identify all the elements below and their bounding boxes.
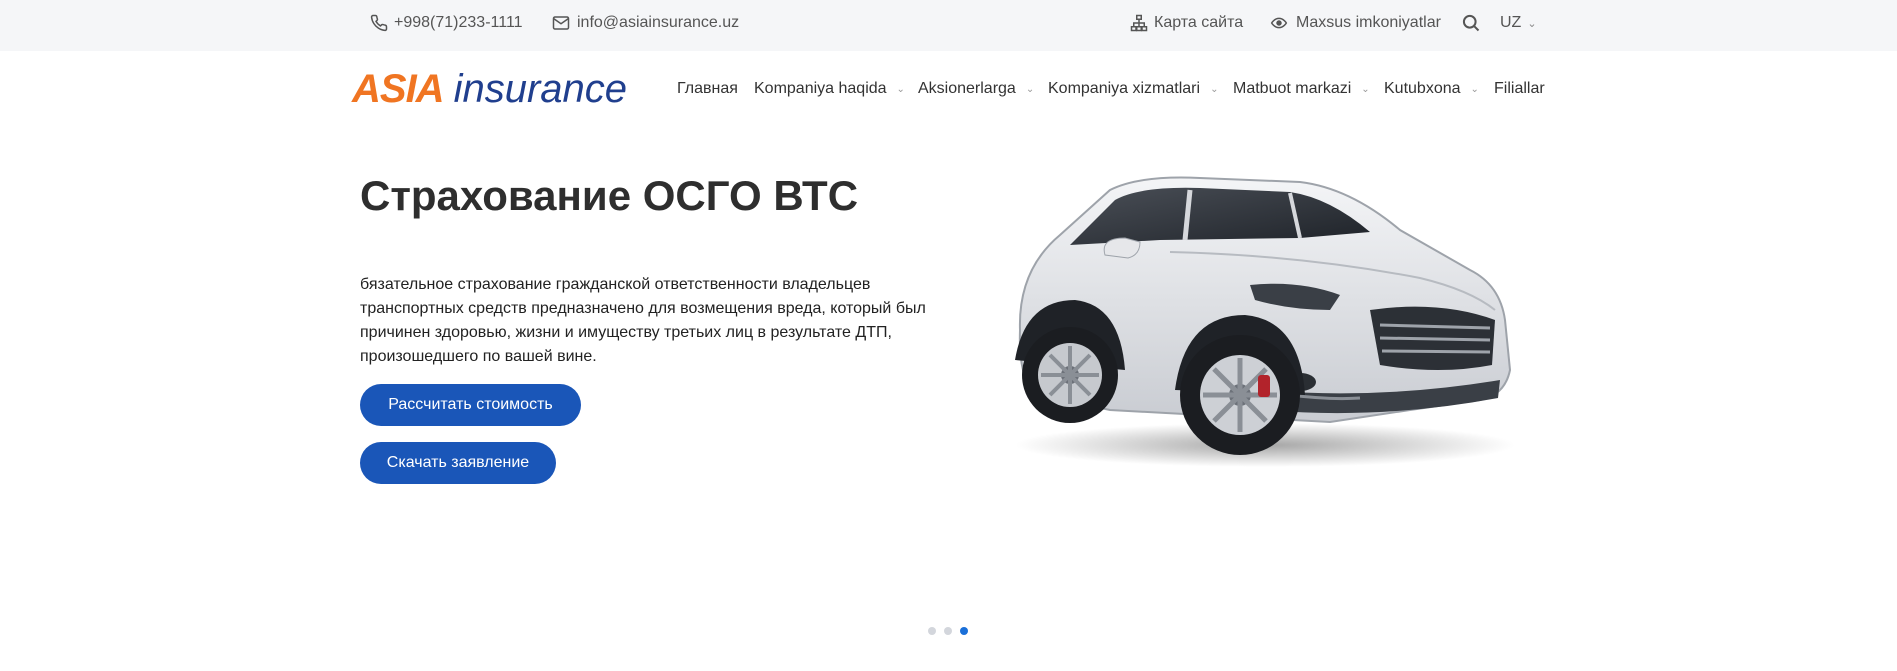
car-image bbox=[1015, 176, 1515, 467]
sitemap-text: Карта сайта bbox=[1154, 14, 1244, 31]
accessibility-link[interactable]: Maxsus imkoniyatlar bbox=[1268, 0, 1441, 46]
email-link[interactable]: info@asiainsurance.uz bbox=[551, 0, 739, 46]
search-button[interactable] bbox=[1461, 0, 1487, 46]
nav-item-label: Kompaniya haqida bbox=[754, 80, 887, 97]
phone-text: +998(71)233-1111 bbox=[394, 14, 523, 31]
nav-item-label: Главная bbox=[677, 80, 738, 97]
chevron-down-icon: ⌄ bbox=[1470, 83, 1479, 95]
header: ASIA insurance Главная Kompaniya haqida … bbox=[0, 51, 1897, 127]
language-text: UZ bbox=[1500, 14, 1522, 31]
logo[interactable]: ASIA insurance bbox=[352, 69, 627, 109]
rear-wheel bbox=[1022, 327, 1118, 423]
logo-asia: ASIA bbox=[352, 67, 445, 111]
sitemap-icon bbox=[1130, 14, 1148, 32]
nav-item-library[interactable]: Kutubxona ⌄ bbox=[1384, 51, 1479, 127]
accessibility-text: Maxsus imkoniyatlar bbox=[1296, 14, 1441, 31]
hero-title: Страхование ОСГО ВТС bbox=[360, 172, 859, 219]
slider-pagination bbox=[928, 627, 968, 635]
email-text: info@asiainsurance.uz bbox=[577, 14, 740, 31]
phone-icon bbox=[370, 14, 388, 32]
nav-item-branches[interactable]: Filiallar bbox=[1494, 51, 1545, 127]
chevron-down-icon: ⌄ bbox=[896, 83, 905, 95]
hero-description: бязательное страхование гражданской отве… bbox=[360, 276, 926, 365]
slider-dot[interactable] bbox=[928, 627, 936, 635]
chevron-down-icon: ⌄ bbox=[1361, 83, 1370, 95]
slider-dot[interactable] bbox=[944, 627, 952, 635]
nav-item-label: Aksionerlarga bbox=[918, 80, 1016, 97]
download-application-button[interactable]: Скачать заявление bbox=[360, 442, 556, 484]
phone-link[interactable]: +998(71)233-1111 bbox=[370, 0, 523, 46]
chevron-down-icon: ⌄ bbox=[1210, 83, 1219, 95]
nav-item-label: Matbuot markazi bbox=[1233, 80, 1352, 97]
nav-item-services[interactable]: Kompaniya xizmatlari ⌄ bbox=[1048, 51, 1218, 127]
nav-item-label: Filiallar bbox=[1494, 80, 1545, 97]
nav-item-shareholders[interactable]: Aksionerlarga ⌄ bbox=[918, 51, 1034, 127]
nav-item-home[interactable]: Главная bbox=[677, 51, 738, 127]
front-wheel bbox=[1180, 335, 1300, 455]
topbar: +998(71)233-1111 info@asiainsurance.uz К… bbox=[0, 0, 1897, 51]
mail-icon bbox=[552, 16, 570, 30]
nav-item-about[interactable]: Kompaniya haqida ⌄ bbox=[754, 51, 905, 127]
language-selector[interactable]: UZ ⌄ bbox=[1500, 0, 1537, 46]
chevron-down-icon: ⌄ bbox=[1025, 83, 1035, 95]
search-icon bbox=[1462, 14, 1480, 32]
logo-insurance: insurance bbox=[453, 67, 628, 111]
chevron-down-icon: ⌄ bbox=[1527, 17, 1537, 30]
nav-item-label: Kompaniya xizmatlari bbox=[1048, 80, 1201, 97]
sitemap-link[interactable]: Карта сайта bbox=[1130, 0, 1243, 46]
nav-item-press[interactable]: Matbuot markazi ⌄ bbox=[1233, 51, 1370, 127]
nav-item-label: Kutubxona bbox=[1384, 80, 1461, 97]
eye-icon bbox=[1270, 17, 1288, 29]
slider-dot-active[interactable] bbox=[960, 627, 968, 635]
calculate-cost-button[interactable]: Рассчитать стоимость bbox=[360, 384, 581, 426]
